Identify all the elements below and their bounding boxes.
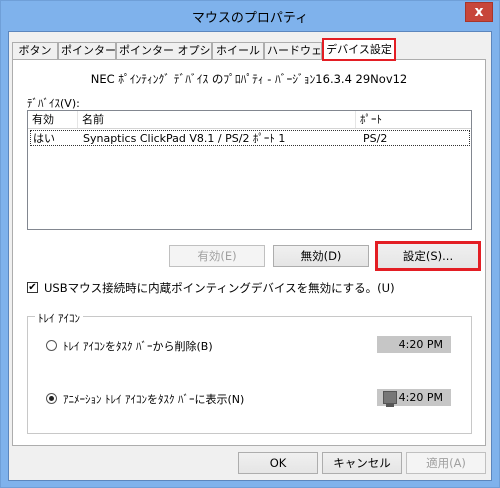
tray-remove-radio[interactable] xyxy=(46,340,57,351)
tab-wheel[interactable]: ホイール xyxy=(212,42,264,60)
tray-icon-group xyxy=(27,316,472,434)
usb-disable-label[interactable]: USBマウス接続時に内蔵ポインティングデバイスを無効にする。(U) xyxy=(44,280,395,296)
column-name[interactable]: 名前 xyxy=(78,111,356,128)
tab-pointer-options[interactable]: ポインター オプション xyxy=(116,42,233,60)
tray-remove-label[interactable]: ﾄﾚｲ ｱｲｺﾝをﾀｽｸ ﾊﾞｰから削除(B) xyxy=(63,338,213,354)
title-bar[interactable]: マウスのプロパティ x xyxy=(1,1,499,31)
tray-icon-group-label: ﾄﾚｲ ｱｲｺﾝ xyxy=(35,310,83,326)
close-icon[interactable]: x xyxy=(465,2,493,22)
device-list-header: 有効 名前 ﾎﾟｰﾄ xyxy=(28,111,471,129)
device-properties-title: NEC ﾎﾟｲﾝﾃｨﾝｸﾞ ﾃﾞﾊﾞｲｽ のﾌﾟﾛﾊﾟﾃｨ - ﾊﾞｰｼﾞｮﾝ1… xyxy=(90,72,408,86)
tab-device-settings[interactable]: デバイス設定 xyxy=(322,38,396,61)
mouse-properties-window: マウスのプロパティ x ボタン ポインター ポインター オプション ホイール ハ… xyxy=(0,0,500,488)
device-settings-panel: NEC ﾎﾟｲﾝﾃｨﾝｸﾞ ﾃﾞﾊﾞｲｽ のﾌﾟﾛﾊﾟﾃｨ - ﾊﾞｰｼﾞｮﾝ1… xyxy=(12,59,486,446)
device-list[interactable]: 有効 名前 ﾎﾟｰﾄ はい Synaptics ClickPad V8.1 / … xyxy=(27,110,472,230)
row-port: PS/2 xyxy=(363,132,388,145)
apply-button[interactable]: 適用(A) xyxy=(406,452,486,474)
enable-button[interactable]: 有効(E) xyxy=(169,245,265,267)
dialog-client: ボタン ポインター ポインター オプション ホイール ハードウェア デバイス設定… xyxy=(8,31,492,481)
ok-button[interactable]: OK xyxy=(238,452,318,474)
disable-button[interactable]: 無効(D) xyxy=(273,245,369,267)
cancel-button[interactable]: キャンセル xyxy=(322,452,402,474)
tab-hardware[interactable]: ハードウェア xyxy=(264,42,333,60)
tray-mouse-icon xyxy=(383,391,397,407)
devices-label: ﾃﾞﾊﾞｲｽ(V): xyxy=(27,97,80,110)
row-device-name: Synaptics ClickPad V8.1 / PS/2 ﾎﾟｰﾄ 1 xyxy=(83,132,286,145)
row-enabled: はい xyxy=(33,132,55,145)
tab-buttons[interactable]: ボタン xyxy=(12,42,58,60)
tray-show-animated-label[interactable]: ｱﾆﾒｰｼｮﾝ ﾄﾚｲ ｱｲｺﾝをﾀｽｸ ﾊﾞｰに表示(N) xyxy=(63,391,244,407)
table-row[interactable]: はい Synaptics ClickPad V8.1 / PS/2 ﾎﾟｰﾄ 1… xyxy=(30,130,470,146)
column-port[interactable]: ﾎﾟｰﾄ xyxy=(356,111,471,128)
usb-disable-checkbox[interactable]: ✔ xyxy=(27,282,38,293)
window-title: マウスのプロパティ xyxy=(191,11,309,26)
column-enabled[interactable]: 有効 xyxy=(28,111,78,128)
tray-remove-time-preview: 4:20 PM xyxy=(377,336,451,353)
tab-pointers[interactable]: ポインター xyxy=(58,42,116,60)
tray-show-animated-radio[interactable] xyxy=(46,393,57,404)
settings-button[interactable]: 設定(S)... xyxy=(375,241,481,271)
